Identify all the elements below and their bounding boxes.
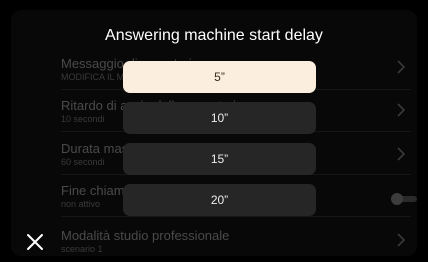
close-icon[interactable] [25, 232, 45, 252]
dialog-title: Answering machine start delay [105, 27, 323, 44]
option-15s[interactable]: 15” [123, 143, 316, 175]
divider [61, 216, 411, 217]
option-20s[interactable]: 20” [123, 184, 316, 216]
end-call-toggle [391, 193, 417, 205]
chevron-right-icon [397, 147, 406, 161]
list-item-subtitle: scenario 1 [61, 244, 103, 254]
option-5s[interactable]: 5” [123, 61, 316, 93]
chevron-right-icon [397, 60, 406, 74]
chevron-right-icon [397, 233, 406, 247]
list-item: Modalità studio professionale scenario 1 [61, 228, 401, 255]
screen: Messaggio di segreteria MODIFICA IL MESS… [11, 10, 417, 256]
option-10s[interactable]: 10” [123, 102, 316, 134]
chevron-right-icon [397, 103, 406, 117]
list-item-title: Modalità studio professionale [61, 228, 230, 243]
